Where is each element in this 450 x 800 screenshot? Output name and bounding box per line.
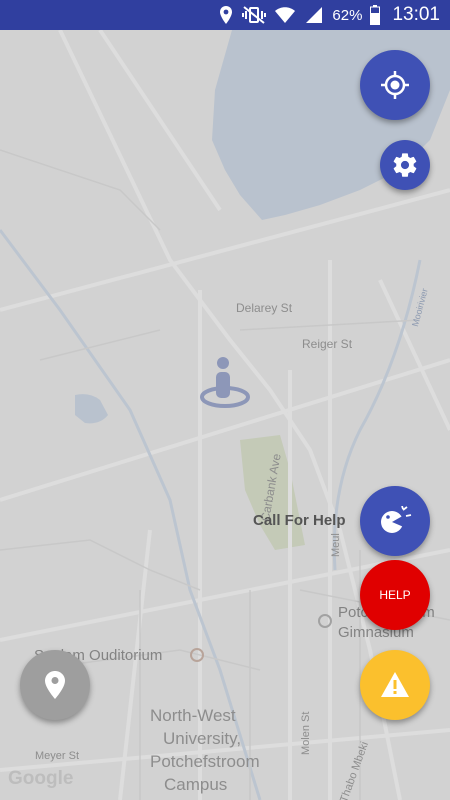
drop-pin-button[interactable] (20, 650, 90, 720)
gear-icon (393, 153, 417, 177)
help-label: HELP (379, 588, 411, 602)
crosshair-icon (381, 71, 409, 99)
shout-icon (381, 506, 412, 533)
battery-icon (370, 5, 381, 25)
call-for-help-label: Call For Help (253, 512, 346, 529)
clock: 13:01 (392, 4, 440, 25)
vibrate-icon (242, 6, 267, 24)
settings-button[interactable] (380, 140, 430, 190)
warning-button[interactable] (360, 650, 430, 720)
warning-icon (381, 672, 409, 697)
status-bar: 62% 13:01 (0, 0, 450, 30)
help-button[interactable]: HELP (360, 560, 430, 630)
signal-icon (304, 6, 324, 24)
battery-percent: 62% (332, 6, 363, 24)
google-attribution: Google (8, 768, 74, 789)
map-marker-icon (45, 671, 65, 699)
location-icon (218, 5, 234, 25)
wifi-icon (274, 6, 296, 24)
my-location-button[interactable] (360, 50, 430, 120)
call-for-help-button[interactable] (360, 486, 430, 556)
